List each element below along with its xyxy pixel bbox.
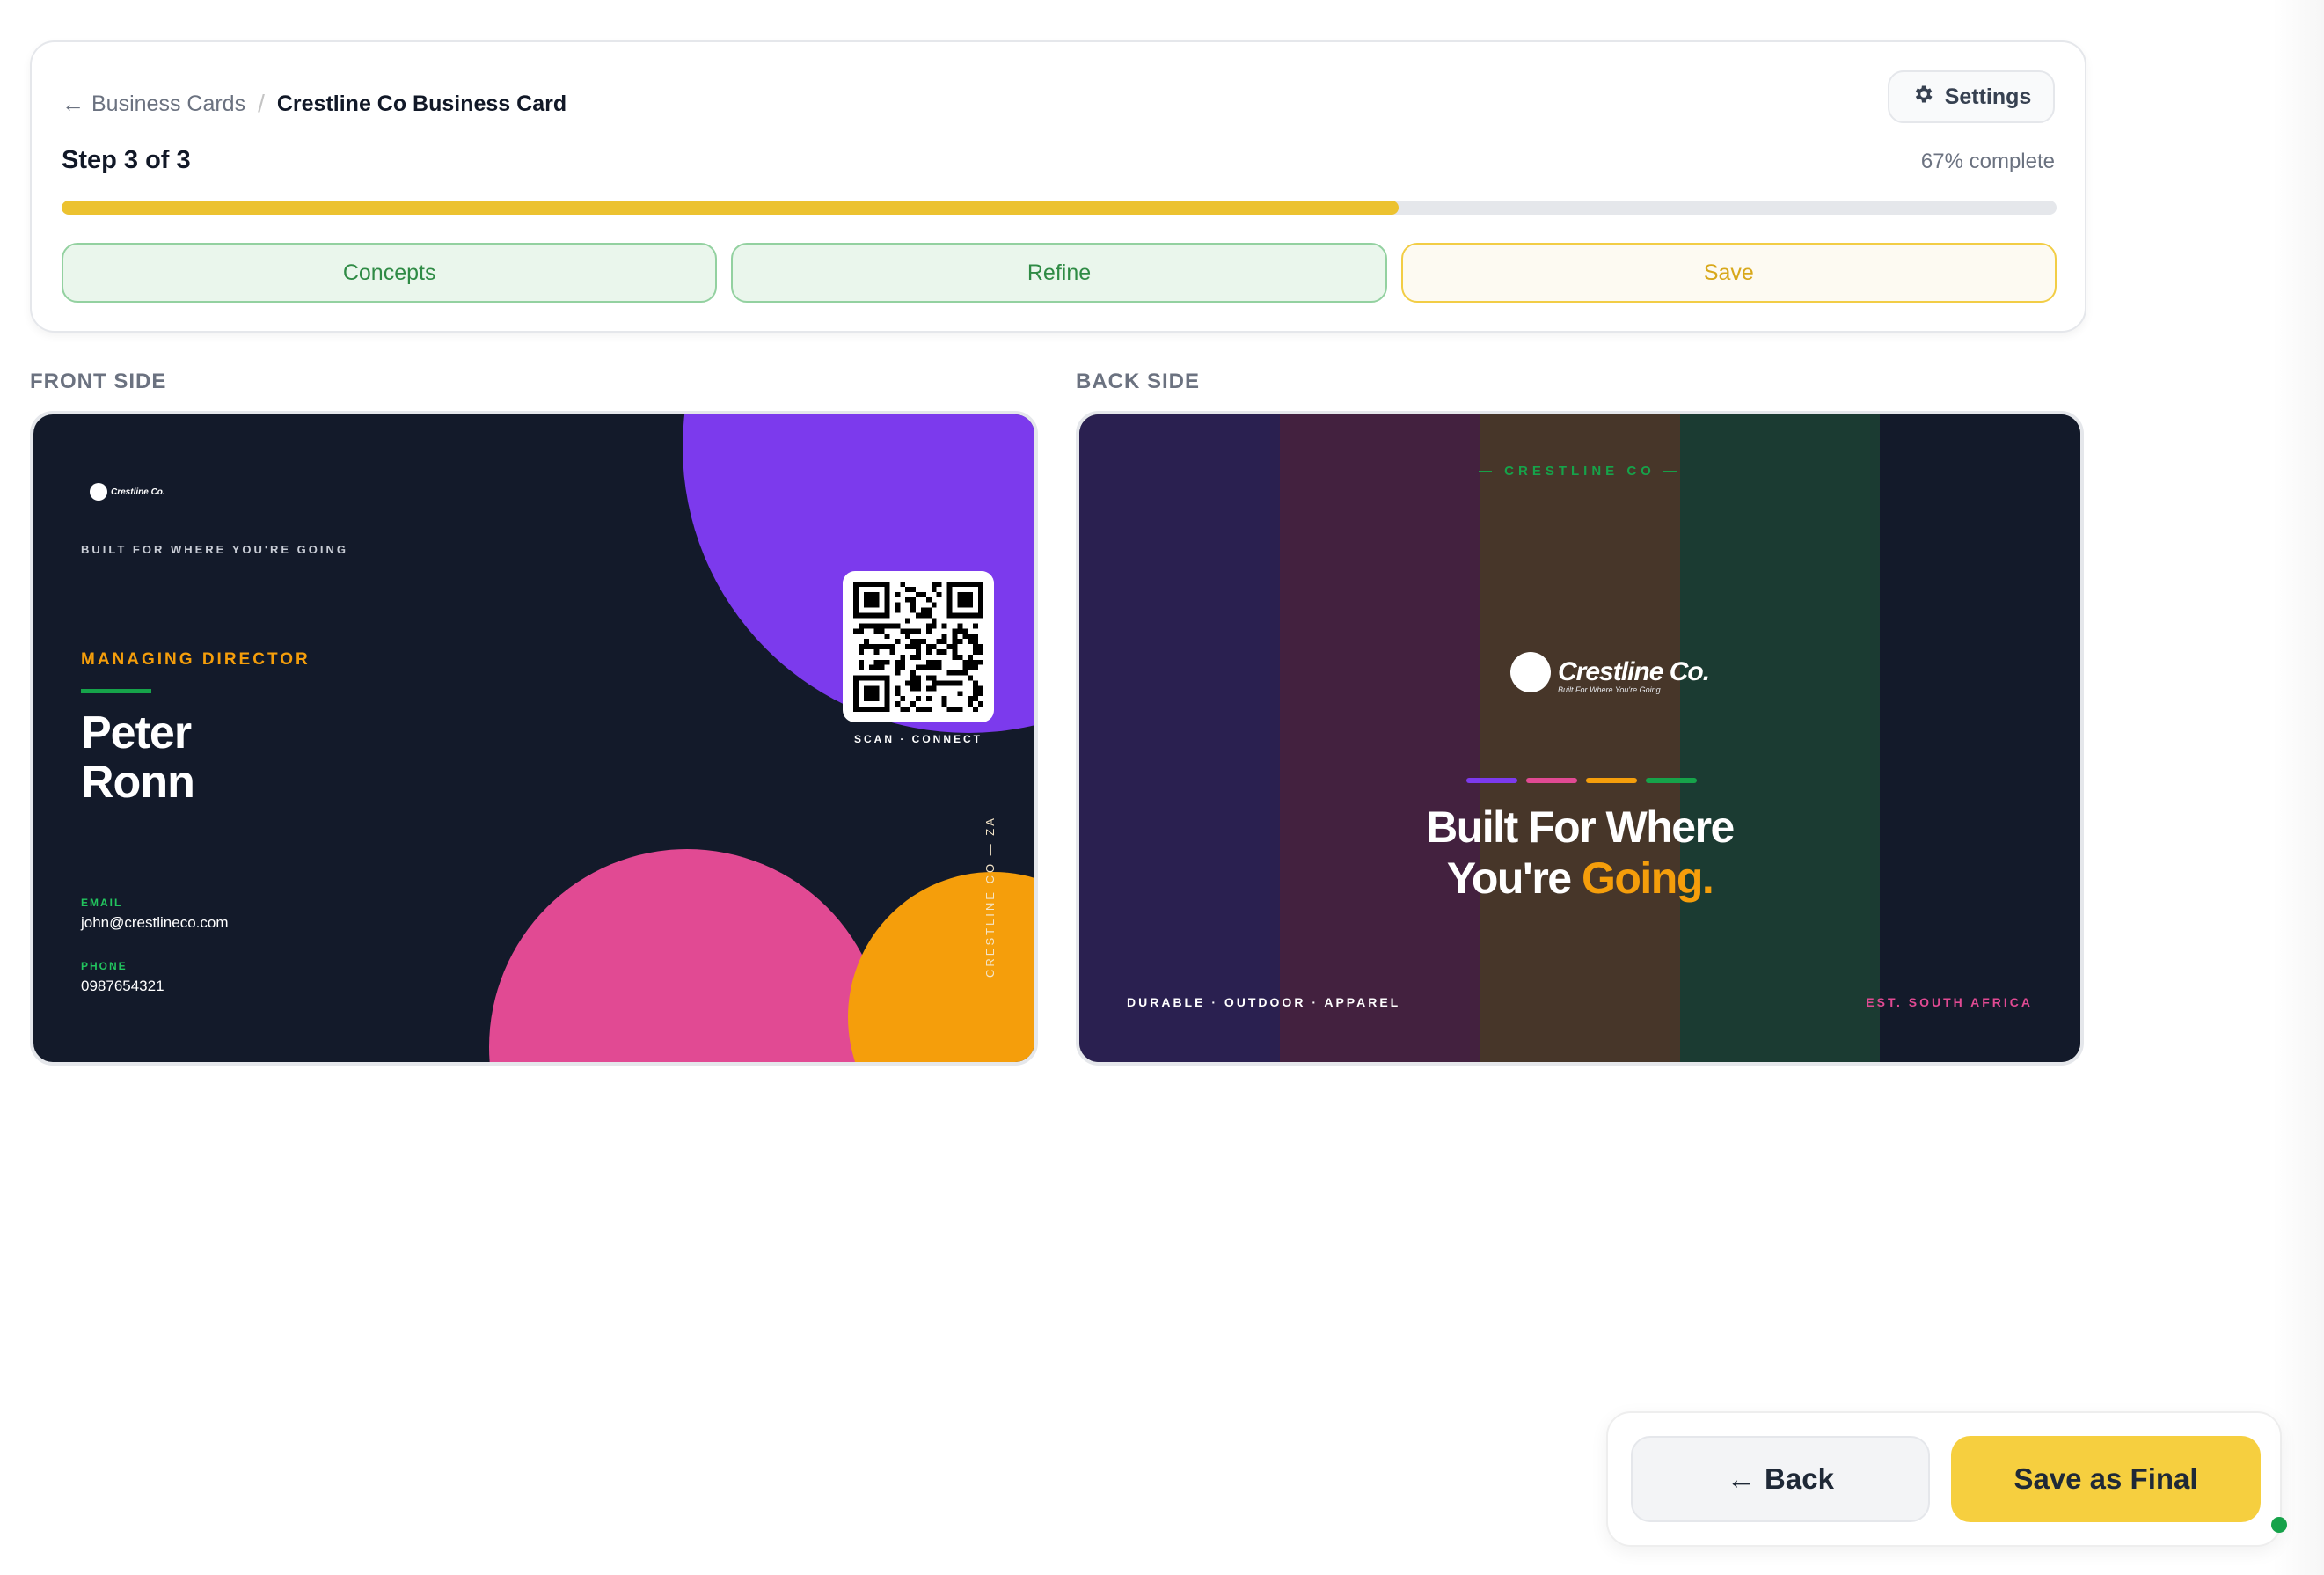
stripe-1: [1079, 414, 1280, 1062]
mountain-logo-icon: [90, 483, 107, 501]
back-card-preview[interactable]: — CRESTLINE CO — Crestline Co. Built For…: [1076, 411, 2084, 1066]
front-logo-text: Crestline Co.: [111, 487, 165, 497]
action-bar: ← Back Save as Final: [1606, 1411, 2282, 1547]
wizard-steps: Concepts Refine Save: [62, 243, 2057, 303]
gear-icon: [1911, 83, 1934, 112]
breadcrumb-current: Crestline Co Business Card: [276, 91, 567, 116]
back-footer-left: DURABLE · OUTDOOR · APPAREL: [1127, 995, 1401, 1009]
progress-bar: [62, 201, 2057, 215]
qr-caption: SCAN · CONNECT: [854, 733, 983, 745]
breadcrumb-parent-link[interactable]: Business Cards: [91, 92, 245, 117]
progress-percent: 67% complete: [1920, 150, 2055, 173]
dash-green: [1646, 778, 1697, 783]
headline-line-1: Built For Where: [1426, 802, 1735, 852]
person-name: Peter Ronn: [81, 707, 195, 808]
phone-label: PHONE: [81, 960, 128, 972]
color-dashes: [1466, 778, 1697, 783]
stripe-5: [1880, 414, 2080, 1062]
stripe-4: [1679, 414, 1881, 1062]
back-side-label: BACK SIDE: [1076, 370, 1201, 393]
last-name: Ronn: [81, 757, 195, 808]
dash-purple: [1466, 778, 1517, 783]
front-logo: Crestline Co.: [90, 483, 165, 501]
back-button[interactable]: ← Back: [1631, 1436, 1930, 1522]
back-logo-subtext: Built For Where You're Going.: [1558, 685, 1663, 694]
arrow-left-icon: ←: [1727, 1462, 1757, 1495]
tab-save[interactable]: Save: [1400, 243, 2057, 303]
save-as-final-button[interactable]: Save as Final: [1951, 1436, 2261, 1522]
stripe-2: [1279, 414, 1480, 1062]
dash-pink: [1526, 778, 1577, 783]
arrow-left-icon[interactable]: ←: [62, 91, 84, 118]
back-logo: Crestline Co. Built For Where You're Goi…: [1510, 652, 1710, 694]
back-footer-right: EST. SOUTH AFRICA: [1866, 995, 2033, 1009]
back-headline: Built For Where You're Going.: [1079, 802, 2080, 904]
headline-accent-text: Going.: [1581, 853, 1714, 903]
qr-code: [843, 571, 994, 722]
headline-line-2-text: You're: [1446, 853, 1582, 903]
settings-label: Settings: [1944, 84, 2032, 109]
job-title: MANAGING DIRECTOR: [81, 650, 311, 669]
back-brand-top: — CRESTLINE CO —: [1478, 464, 1681, 479]
first-name: Peter: [81, 707, 192, 758]
dash-orange: [1586, 778, 1637, 783]
front-side-label: FRONT SIDE: [30, 370, 167, 393]
email-label: EMAIL: [81, 897, 123, 909]
pink-circle-shape: [489, 849, 885, 1062]
page-edge-shadow: [2271, 0, 2324, 1575]
back-button-label: Back: [1765, 1462, 1834, 1495]
mountain-logo-icon: [1510, 652, 1551, 692]
front-tagline: BUILT FOR WHERE YOU'RE GOING: [81, 543, 349, 556]
color-stripes: [1079, 414, 2080, 1062]
progress-bar-fill: [62, 201, 1399, 215]
back-logo-text: Crestline Co.: [1558, 657, 1710, 686]
headline-line-2: You're Going.: [1079, 853, 2080, 904]
wizard-panel: ← Business Cards / Crestline Co Business…: [30, 40, 2086, 333]
tab-concepts[interactable]: Concepts: [62, 243, 718, 303]
settings-button[interactable]: Settings: [1888, 70, 2055, 123]
stripe-3: [1480, 414, 1680, 1062]
title-underline: [81, 689, 151, 693]
breadcrumb: ← Business Cards / Crestline Co Business…: [62, 86, 566, 121]
email-value: john@crestlineco.com: [81, 914, 229, 931]
tab-refine[interactable]: Refine: [731, 243, 1387, 303]
front-card-preview[interactable]: Crestline Co. BUILT FOR WHERE YOU'RE GOI…: [30, 411, 1038, 1066]
step-indicator: Step 3 of 3: [62, 146, 191, 174]
qr-code-icon: [853, 582, 983, 712]
breadcrumb-separator: /: [258, 90, 265, 117]
phone-value: 0987654321: [81, 978, 164, 994]
orange-circle-shape: [848, 872, 1034, 1062]
vertical-brand-text: CRESTLINE CO — ZA: [983, 816, 997, 978]
